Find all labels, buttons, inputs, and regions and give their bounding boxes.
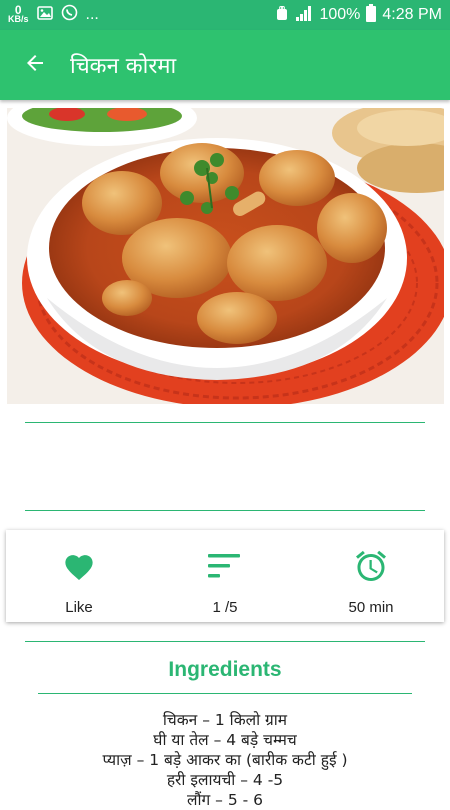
sort-icon	[208, 541, 242, 591]
battery-percent: 100%	[319, 6, 361, 23]
list-item: हरी इलायची – 4 -5	[166, 771, 284, 789]
divider	[25, 422, 425, 423]
list-item: प्याज़ – 1 बड़े आकर का (बारीक कटी हुई )	[102, 751, 348, 769]
divider	[38, 693, 412, 694]
overflow-dots: ...	[85, 6, 99, 23]
list-item: घी या तेल – 4 बड़े चम्मच	[153, 731, 297, 749]
recipe-stats-card: Like 1 /5 50 min	[6, 530, 444, 622]
network-speed: 0 KB/s	[8, 3, 29, 24]
recipe-image	[7, 108, 444, 404]
ingredients-list: चिकन – 1 किलो ग्राम घी या तेल – 4 बड़े च…	[0, 710, 450, 810]
gallery-icon	[36, 5, 53, 25]
like-label: Like	[65, 599, 93, 616]
list-item: चिकन – 1 किलो ग्राम	[162, 711, 288, 729]
whatsapp-icon	[61, 4, 78, 26]
divider	[25, 510, 425, 511]
android-icon	[275, 5, 289, 26]
alarm-clock-icon	[353, 541, 389, 591]
cook-time-label: 50 min	[348, 599, 394, 616]
back-button[interactable]	[0, 30, 70, 100]
cook-time-stat: 50 min	[298, 530, 444, 622]
like-button[interactable]: Like	[6, 530, 152, 622]
app-bar: चिकन कोरमा	[0, 30, 450, 100]
divider	[25, 641, 425, 642]
servings-stat: 1 /5	[152, 530, 298, 622]
page-title: चिकन कोरमा	[70, 54, 177, 79]
battery-icon	[366, 3, 377, 27]
heart-icon	[62, 541, 96, 591]
list-item: लौंग – 5 - 6	[186, 791, 264, 809]
signal-icon	[295, 5, 313, 26]
arrow-back-icon	[23, 51, 47, 80]
ingredients-heading: Ingredients	[168, 658, 282, 681]
clock-time: 4:28 PM	[382, 6, 442, 23]
status-bar: 0 KB/s ... 100% 4:28 PM	[0, 0, 450, 30]
servings-label: 1 /5	[212, 599, 238, 616]
